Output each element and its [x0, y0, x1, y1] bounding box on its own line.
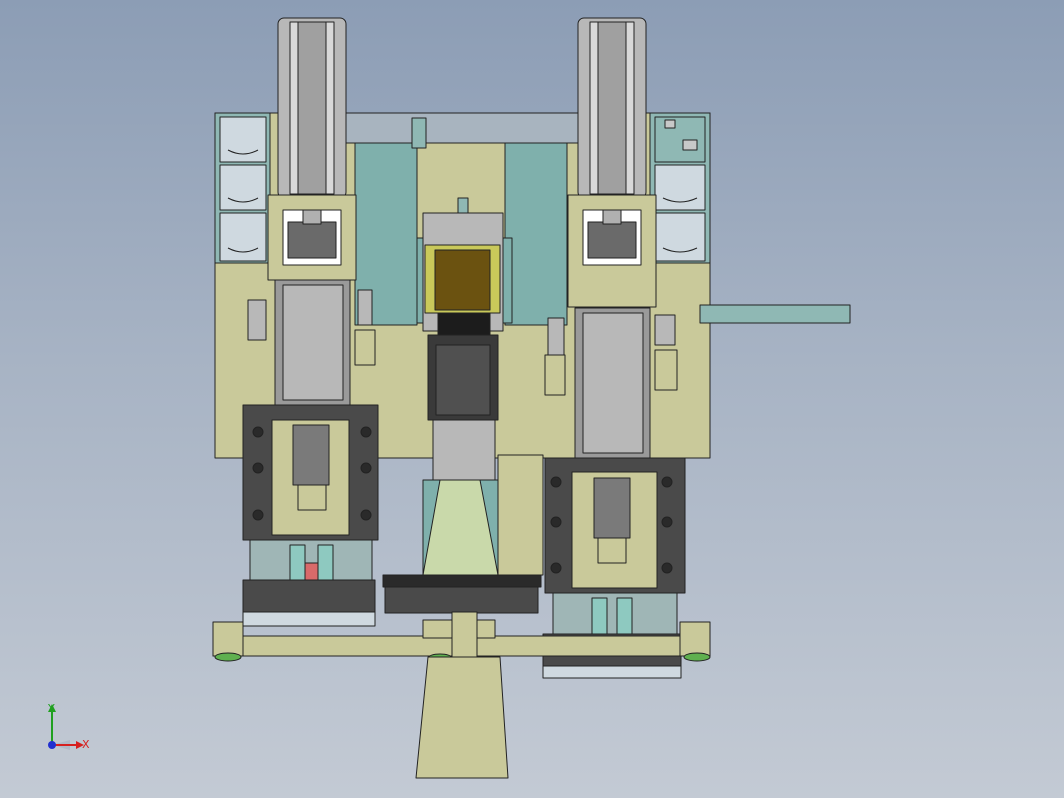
foot-right	[683, 652, 711, 662]
left-cable-modules	[219, 116, 267, 262]
x-axis-label: X	[82, 738, 90, 751]
center-right-teal-housing	[504, 142, 568, 326]
lower-cone	[415, 656, 509, 779]
back-frame-top-plate	[344, 112, 586, 144]
assembly-drawing: Y X	[47, 17, 851, 779]
right-cable-modules	[654, 164, 706, 262]
z-axis-dot	[48, 741, 56, 749]
foot-left	[214, 652, 242, 662]
horizontal-rail	[699, 304, 851, 324]
y-axis-label: Y	[47, 702, 55, 715]
right-top-plate	[654, 116, 706, 163]
cad-viewport[interactable]: Y X	[0, 0, 1064, 798]
